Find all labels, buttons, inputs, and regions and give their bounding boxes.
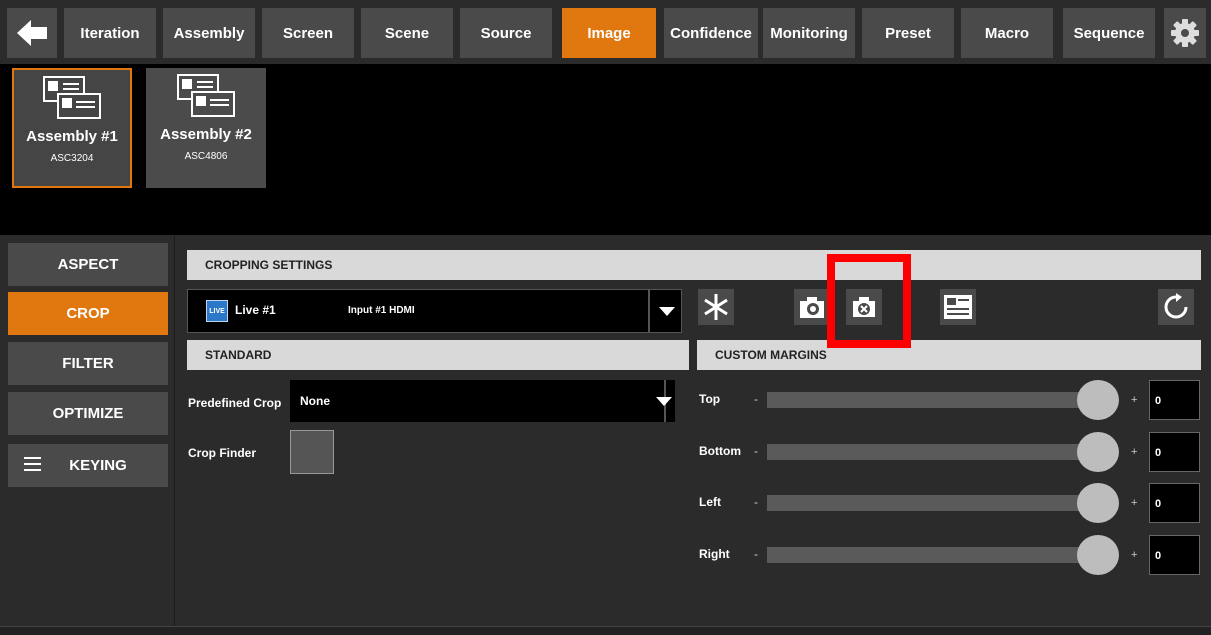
chevron-down-icon (656, 397, 672, 406)
capture-button[interactable] (794, 289, 830, 325)
bottom-strip (0, 626, 1211, 635)
cropping-settings-header: CROPPING SETTINGS (187, 250, 1201, 280)
tab-scene[interactable]: Scene (361, 8, 453, 58)
assembly-name: Assembly #1 (26, 128, 118, 145)
assembly-name: Assembly #2 (160, 126, 252, 143)
standard-header: STANDARD (187, 340, 689, 370)
assembly-tile-1[interactable]: Assembly #1 ASC3204 (12, 68, 132, 188)
crop-finder-toggle[interactable] (290, 430, 334, 474)
gear-icon (1171, 19, 1199, 47)
hamburger-icon (24, 457, 41, 471)
sidebar-item-keying[interactable]: KEYING (8, 444, 168, 487)
margin-bottom-row: Bottom - + 0 (697, 432, 1202, 472)
chevron-down-icon (659, 307, 675, 316)
source-select[interactable]: LIVE Live #1 Input #1 HDMI (187, 289, 682, 333)
live-badge-icon: LIVE (206, 300, 228, 322)
margin-label: Bottom (699, 444, 741, 458)
source-name: Live #1 (235, 303, 276, 317)
reset-button[interactable] (1158, 289, 1194, 325)
image-panel: ASPECT CROP FILTER OPTIMIZE KEYING CROPP… (0, 235, 1211, 635)
margin-label: Right (699, 547, 730, 561)
top-nav: Iteration Assembly Screen Scene Source I… (0, 0, 1211, 64)
margin-top-row: Top - + 0 (697, 380, 1202, 420)
asterisk-icon (704, 294, 728, 320)
margin-left-row: Left - + 0 (697, 483, 1202, 523)
increment-button[interactable]: + (1131, 497, 1137, 509)
tab-sequence[interactable]: Sequence (1063, 8, 1155, 58)
slider-knob[interactable] (1077, 380, 1119, 420)
decrement-button[interactable]: - (754, 547, 758, 561)
settings-button[interactable] (1164, 8, 1206, 58)
tab-assembly[interactable]: Assembly (163, 8, 255, 58)
tab-iteration[interactable]: Iteration (64, 8, 156, 58)
camera-icon (800, 297, 824, 318)
margin-top-input[interactable]: 0 (1149, 380, 1200, 420)
back-button[interactable] (7, 8, 57, 58)
margin-right-input[interactable]: 0 (1149, 535, 1200, 575)
tab-screen[interactable]: Screen (262, 8, 354, 58)
crop-finder-label: Crop Finder (188, 446, 256, 460)
assembly-tile-2[interactable]: Assembly #2 ASC4806 (146, 68, 266, 188)
margin-right-slider[interactable] (767, 547, 1110, 563)
custom-margins-header: CUSTOM MARGINS (697, 340, 1201, 370)
margin-bottom-slider[interactable] (767, 444, 1110, 460)
margin-bottom-input[interactable]: 0 (1149, 432, 1200, 472)
tab-preset[interactable]: Preset (862, 8, 954, 58)
assembly-id: ASC3204 (50, 153, 94, 164)
predefined-crop-value: None (300, 394, 330, 408)
assembly-list: Assembly #1 ASC3204 Assembly #2 ASC4806 (0, 64, 1211, 235)
margin-right-row: Right - + 0 (697, 535, 1202, 575)
increment-button[interactable]: + (1131, 549, 1137, 561)
decrement-button[interactable]: - (754, 444, 758, 458)
slider-knob[interactable] (1077, 535, 1119, 575)
reset-icon (1164, 293, 1188, 319)
assembly-id: ASC4806 (184, 151, 228, 162)
assembly-icon (43, 76, 101, 119)
increment-button[interactable]: + (1131, 394, 1137, 406)
decrement-button[interactable]: - (754, 495, 758, 509)
source-input: Input #1 HDMI (348, 305, 415, 316)
margin-label: Left (699, 495, 721, 509)
auto-crop-button[interactable] (698, 289, 734, 325)
margin-left-slider[interactable] (767, 495, 1110, 511)
preview-icon (944, 295, 972, 319)
decrement-button[interactable]: - (754, 392, 758, 406)
predefined-crop-label: Predefined Crop (188, 396, 282, 410)
slider-knob[interactable] (1077, 432, 1119, 472)
slider-knob[interactable] (1077, 483, 1119, 523)
predefined-crop-select[interactable]: None (290, 380, 675, 422)
back-arrow-icon (17, 20, 47, 46)
sidebar-item-filter[interactable]: FILTER (8, 342, 168, 385)
assembly-icon (177, 74, 235, 117)
margin-left-input[interactable]: 0 (1149, 483, 1200, 523)
sidebar-item-label: KEYING (69, 457, 127, 474)
margin-top-slider[interactable] (767, 392, 1110, 408)
tab-source[interactable]: Source (460, 8, 552, 58)
tab-monitoring[interactable]: Monitoring (763, 8, 855, 58)
tab-image[interactable]: Image (562, 8, 656, 58)
highlight-box (827, 254, 911, 348)
increment-button[interactable]: + (1131, 446, 1137, 458)
sidebar-item-aspect[interactable]: ASPECT (8, 243, 168, 286)
preview-button[interactable] (940, 289, 976, 325)
sidebar-item-optimize[interactable]: OPTIMIZE (8, 392, 168, 435)
tab-confidence[interactable]: Confidence (664, 8, 758, 58)
image-sidebar: ASPECT CROP FILTER OPTIMIZE KEYING (0, 235, 175, 635)
sidebar-item-crop[interactable]: CROP (8, 292, 168, 335)
tab-macro[interactable]: Macro (961, 8, 1053, 58)
margin-label: Top (699, 392, 721, 406)
